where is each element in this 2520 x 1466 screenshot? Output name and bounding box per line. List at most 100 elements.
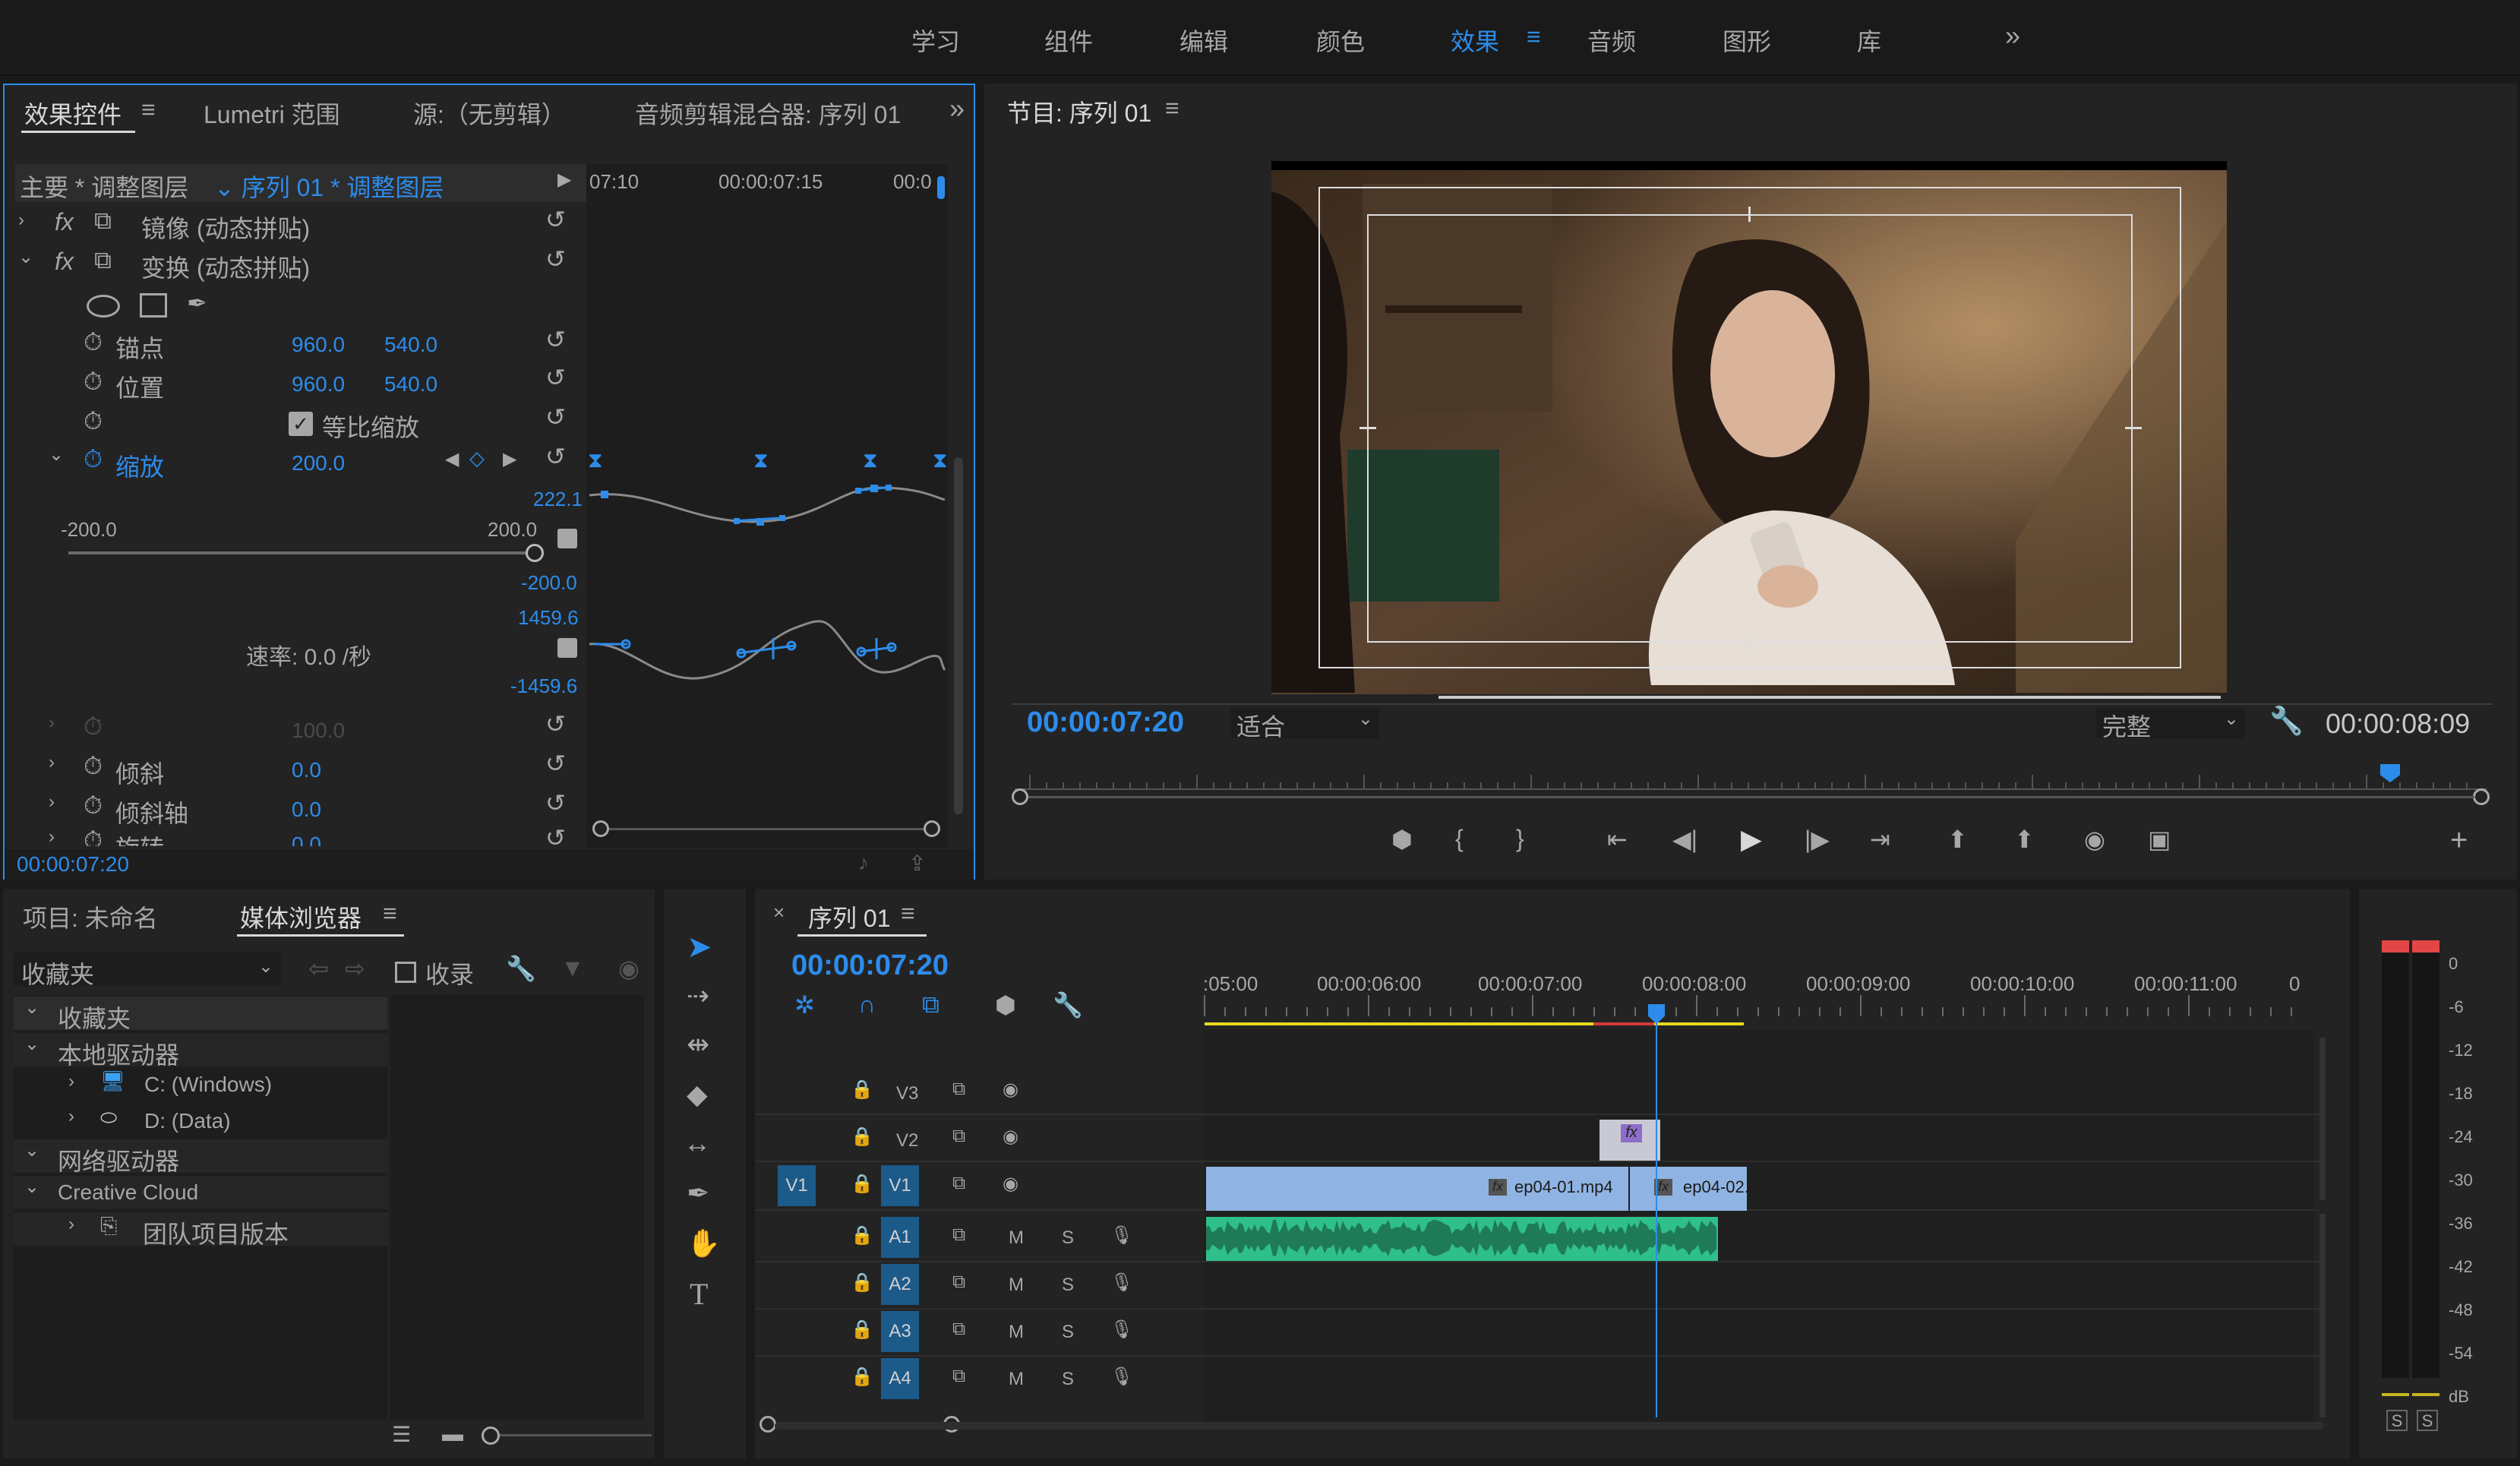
program-zoom-left[interactable] [1012,788,1028,805]
v3-lock-icon[interactable]: 🔒 [851,1079,873,1101]
workspace-assembly[interactable]: 组件 [1044,23,1093,58]
program-zoom-bar[interactable] [1028,796,2474,798]
tab-menu-icon[interactable]: ≡ [141,96,156,124]
hand-tool-icon[interactable]: ✋ [687,1227,721,1259]
a4-solo-button[interactable]: S [1062,1369,1074,1390]
rotation-value[interactable]: 0.0 [292,833,321,846]
extract-icon[interactable]: ⬆ [2014,825,2035,854]
solo-left-button[interactable]: S [2386,1410,2408,1431]
selection-tool-icon[interactable]: ➤ [687,930,712,965]
v1-track-label[interactable]: V1 [881,1165,919,1206]
position-stopwatch-icon[interactable]: ⏱ [84,368,103,397]
timeline-zoom-handle-left[interactable] [759,1416,776,1433]
ec-export-icon[interactable]: ⇪ [908,851,926,876]
favorites-dropdown[interactable]: 收藏夹 ⌄ [14,953,281,988]
scale-value[interactable]: 200.0 [292,451,345,476]
export-frame-icon[interactable]: ◉ [2084,825,2105,854]
tree-d-chevron-icon[interactable]: › [68,1106,74,1127]
v3-eye-icon[interactable]: ◉ [1003,1079,1018,1101]
back-arrow-icon[interactable]: ⇦ [308,954,329,983]
comparison-view-icon[interactable]: ▣ [2148,825,2171,854]
workspace-more-icon[interactable]: » [2005,20,2020,52]
thumbnail-zoom-handle[interactable] [482,1427,500,1445]
a3-solo-button[interactable]: S [1062,1322,1074,1343]
skew-expand-icon[interactable]: › [49,752,55,773]
a4-lock-icon[interactable]: 🔒 [851,1366,873,1388]
tree-team-chevron-icon[interactable]: › [68,1214,74,1235]
scale-width-reset-icon[interactable]: ↺ [545,709,566,738]
linked-selection-icon[interactable]: ⧉ [922,990,939,1019]
mark-in-icon[interactable]: { [1455,825,1464,853]
program-timecode[interactable]: 00:00:07:20 [1027,706,1184,739]
anchor-x-value[interactable]: 960.0 [292,333,345,357]
scale-slider-track[interactable] [68,551,532,554]
tab-project[interactable]: 项目: 未命名 [23,899,158,934]
go-to-out-icon[interactable]: ⇥ [1870,825,1890,854]
mirror-expand-icon[interactable]: › [18,210,24,231]
step-forward-icon[interactable]: |▶ [1805,825,1830,854]
transform-fx-icon[interactable]: fx [55,248,74,276]
add-keyframe-icon[interactable]: ◇ [469,447,485,470]
a3-sync-icon[interactable]: ⧉ [952,1319,965,1340]
transform-collapse-icon[interactable]: ⌄ [18,246,33,268]
program-monitor-title[interactable]: 节目: 序列 01 [1007,94,1151,129]
tab-audio-clip-mixer[interactable]: 音频剪辑混合器: 序列 01 [635,96,901,131]
media-browser-menu-icon[interactable]: ≡ [383,899,397,927]
forward-arrow-icon[interactable]: ⇨ [345,954,365,983]
a3-track-label[interactable]: A3 [881,1311,919,1352]
program-video-frame[interactable] [1271,161,2227,694]
anchor-stopwatch-icon[interactable]: ⏱ [84,328,103,357]
timeline-playhead-head[interactable] [1648,1004,1665,1024]
v1-sync-icon[interactable]: ⧉ [952,1173,965,1194]
position-reset-icon[interactable]: ↺ [545,363,566,392]
solo-right-button[interactable]: S [2417,1410,2438,1431]
anchor-y-value[interactable]: 540.0 [384,333,437,357]
v1-lock-icon[interactable]: 🔒 [851,1173,873,1195]
button-editor-icon[interactable]: + [2450,823,2468,858]
rotation-stopwatch-icon[interactable]: ⏱ [84,826,103,846]
add-marker-timeline-icon[interactable]: ⬢ [995,990,1016,1019]
ripple-edit-tool-icon[interactable]: ⇹ [687,1028,709,1060]
master-clip-label[interactable]: 主要 * 调整图层 [20,169,188,204]
timeline-timecode[interactable]: 00:00:07:20 [791,949,949,982]
timeline-close-icon[interactable]: × [773,901,785,924]
workspace-libraries[interactable]: 库 [1857,23,1881,58]
tree-c-drive-label[interactable]: C: (Windows) [144,1073,272,1097]
ec-zoom-scrollbar[interactable] [597,828,936,837]
skew-reset-icon[interactable]: ↺ [545,749,566,778]
graph-scroll-icon[interactable] [557,529,577,548]
ec-filter-icon[interactable]: ♪ [858,851,869,875]
program-time-ruler[interactable] [1015,767,2487,790]
v2-eye-icon[interactable]: ◉ [1003,1126,1018,1148]
tree-local-chevron-icon[interactable]: ⌄ [24,1033,39,1055]
a2-sync-icon[interactable]: ⧉ [952,1272,965,1293]
a1-sync-icon[interactable]: ⧉ [952,1224,965,1246]
tab-lumetri-scopes[interactable]: Lumetri 范围 [204,96,340,131]
tab-source[interactable]: 源:（无剪辑） [413,96,566,131]
uniform-reset-icon[interactable]: ↺ [545,403,566,431]
timeline-zoom-bar[interactable] [775,1422,2324,1430]
timeline-playhead-line[interactable] [1656,1022,1657,1417]
add-marker-icon[interactable]: ⬢ [1391,825,1413,854]
a1-track-label[interactable]: A1 [881,1217,919,1258]
mark-out-icon[interactable]: } [1516,825,1524,853]
a3-lock-icon[interactable]: 🔒 [851,1319,873,1341]
slip-tool-icon[interactable]: ↔ [684,1127,711,1159]
workspace-editing[interactable]: 编辑 [1179,23,1228,58]
skew-value[interactable]: 0.0 [292,758,321,782]
quality-dropdown[interactable]: 完整 ⌄ [2096,708,2245,741]
v1-eye-icon[interactable]: ◉ [1003,1173,1018,1195]
rotation-expand-icon[interactable]: › [49,826,55,846]
snap-icon[interactable]: ∩ [858,990,876,1019]
workspace-audio[interactable]: 音频 [1587,23,1636,58]
v2-lock-icon[interactable]: 🔒 [851,1126,873,1148]
play-clip-icon[interactable]: ▶ [557,169,571,191]
play-icon[interactable]: ▶ [1741,823,1762,855]
skew-axis-value[interactable]: 0.0 [292,798,321,822]
workspace-learn[interactable]: 学习 [911,23,960,58]
a1-solo-button[interactable]: S [1062,1227,1074,1249]
panel-overflow-icon[interactable]: » [949,93,965,125]
anchor-reset-icon[interactable]: ↺ [545,325,566,354]
a4-mic-icon[interactable]: 🎙 [1110,1366,1133,1388]
tab-media-browser[interactable]: 媒体浏览器 [240,899,362,934]
